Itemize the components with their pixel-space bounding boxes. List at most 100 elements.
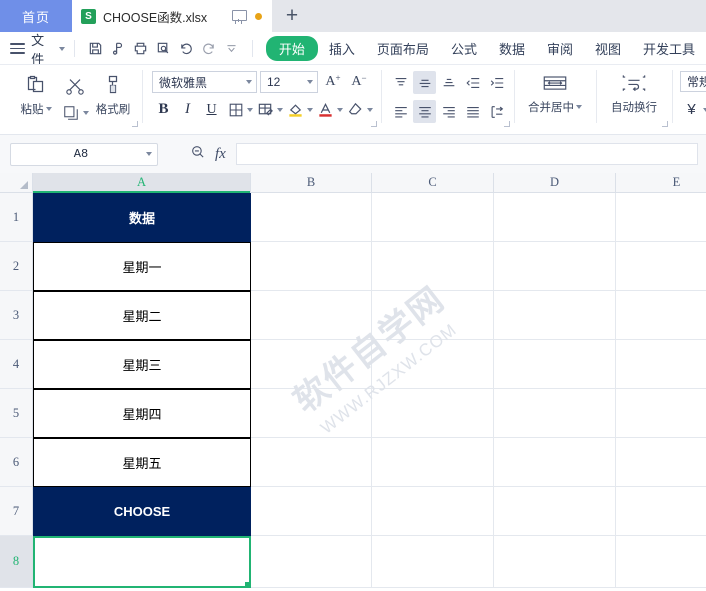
currency-format-button[interactable]: ¥ <box>680 98 703 121</box>
row-header-8[interactable]: 8 <box>0 536 33 588</box>
font-name-select[interactable]: 微软雅黑 <box>152 71 257 93</box>
borders-button[interactable] <box>224 98 253 121</box>
tab-page-layout[interactable]: 页面布局 <box>366 36 440 61</box>
italic-button[interactable]: I <box>176 98 199 121</box>
wrap-text-button[interactable]: 自动换行 <box>604 70 664 115</box>
row-header-3[interactable]: 3 <box>0 291 33 340</box>
export-pdf-icon[interactable] <box>107 37 130 61</box>
cell-e7[interactable] <box>616 487 706 536</box>
increase-indent-button[interactable] <box>485 71 508 94</box>
column-header-a[interactable]: A <box>33 173 251 193</box>
cell-c3[interactable] <box>372 291 494 340</box>
cell-b1[interactable] <box>251 193 372 242</box>
row-header-2[interactable]: 2 <box>0 242 33 291</box>
row-header-6[interactable]: 6 <box>0 438 33 487</box>
tab-developer[interactable]: 开发工具 <box>632 36 706 61</box>
cell-e3[interactable] <box>616 291 706 340</box>
document-tab[interactable]: S CHOOSE函数.xlsx <box>72 0 272 32</box>
cell-d2[interactable] <box>494 242 616 291</box>
cell-a6[interactable]: 星期五 <box>33 438 251 487</box>
text-orientation-button[interactable] <box>485 100 508 123</box>
print-icon[interactable] <box>130 37 153 61</box>
home-tab[interactable]: 首页 <box>0 0 72 32</box>
cell-a5[interactable]: 星期四 <box>33 389 251 438</box>
cell-c2[interactable] <box>372 242 494 291</box>
cell-c5[interactable] <box>372 389 494 438</box>
file-menu-button[interactable]: 文件 <box>31 30 66 68</box>
fill-color-button[interactable] <box>284 98 313 121</box>
font-size-select[interactable]: 12 <box>260 71 318 93</box>
print-preview-icon[interactable] <box>152 37 175 61</box>
bold-button[interactable]: B <box>152 98 175 121</box>
align-left-button[interactable] <box>389 100 412 123</box>
formula-input[interactable] <box>235 143 698 165</box>
column-header-d[interactable]: D <box>494 173 616 192</box>
row-header-7[interactable]: 7 <box>0 487 33 536</box>
cell-a3[interactable]: 星期二 <box>33 291 251 340</box>
zoom-search-icon[interactable] <box>190 144 206 165</box>
tab-insert[interactable]: 插入 <box>318 36 366 61</box>
cell-b6[interactable] <box>251 438 372 487</box>
cell-a4[interactable]: 星期三 <box>33 340 251 389</box>
format-painter-button[interactable]: 格式刷 <box>91 70 135 117</box>
cell-d4[interactable] <box>494 340 616 389</box>
tab-view[interactable]: 视图 <box>584 36 632 61</box>
paste-button[interactable]: 粘贴 <box>13 70 59 117</box>
name-box[interactable]: A8 <box>10 142 158 166</box>
save-icon[interactable] <box>84 37 107 61</box>
align-top-button[interactable] <box>389 71 412 94</box>
cell-e8[interactable] <box>616 536 706 588</box>
font-color-button[interactable] <box>314 98 343 121</box>
new-tab-button[interactable]: + <box>272 0 312 32</box>
monitor-icon[interactable] <box>232 10 247 22</box>
decrease-font-size-button[interactable]: A − <box>348 71 370 93</box>
cell-b4[interactable] <box>251 340 372 389</box>
cell-d1[interactable] <box>494 193 616 242</box>
cell-d6[interactable] <box>494 438 616 487</box>
customize-toolbar-chevron-icon[interactable] <box>220 37 243 61</box>
cell-c1[interactable] <box>372 193 494 242</box>
cell-c8[interactable] <box>372 536 494 588</box>
chevron-down-icon[interactable] <box>146 152 152 156</box>
tab-formula[interactable]: 公式 <box>440 36 488 61</box>
row-header-4[interactable]: 4 <box>0 340 33 389</box>
cell-e6[interactable] <box>616 438 706 487</box>
cell-b8[interactable] <box>251 536 372 588</box>
menu-hamburger-icon[interactable] <box>10 43 25 54</box>
undo-icon[interactable] <box>175 37 198 61</box>
cell-b3[interactable] <box>251 291 372 340</box>
tab-review[interactable]: 审阅 <box>536 36 584 61</box>
cell-e5[interactable] <box>616 389 706 438</box>
cell-d5[interactable] <box>494 389 616 438</box>
row-header-5[interactable]: 5 <box>0 389 33 438</box>
cell-b7[interactable] <box>251 487 372 536</box>
tab-data[interactable]: 数据 <box>488 36 536 61</box>
cell-b5[interactable] <box>251 389 372 438</box>
align-middle-button[interactable] <box>413 71 436 94</box>
cell-e2[interactable] <box>616 242 706 291</box>
align-bottom-button[interactable] <box>437 71 460 94</box>
cell-a2[interactable]: 星期一 <box>33 242 251 291</box>
decrease-indent-button[interactable] <box>461 71 484 94</box>
align-center-button[interactable] <box>413 100 436 123</box>
row-header-1[interactable]: 1 <box>0 193 33 242</box>
cell-a7[interactable]: CHOOSE <box>33 487 251 536</box>
alignment-dialog-launcher[interactable] <box>504 121 510 127</box>
cell-e1[interactable] <box>616 193 706 242</box>
tab-start[interactable]: 开始 <box>265 36 318 61</box>
clipboard-dialog-launcher[interactable] <box>132 121 138 127</box>
align-right-button[interactable] <box>437 100 460 123</box>
column-header-c[interactable]: C <box>372 173 494 192</box>
select-all-corner[interactable] <box>0 173 33 192</box>
font-dialog-launcher[interactable] <box>371 121 377 127</box>
cell-c6[interactable] <box>372 438 494 487</box>
cell-d8[interactable] <box>494 536 616 588</box>
merge-center-button[interactable]: 合并居中 <box>522 70 588 115</box>
cut-button[interactable] <box>59 72 91 99</box>
cell-a8[interactable] <box>33 536 251 588</box>
redo-icon[interactable] <box>198 37 221 61</box>
cell-b2[interactable] <box>251 242 372 291</box>
wrap-dialog-launcher[interactable] <box>662 121 668 127</box>
insert-function-button[interactable]: fx <box>215 146 226 163</box>
column-header-e[interactable]: E <box>616 173 706 192</box>
